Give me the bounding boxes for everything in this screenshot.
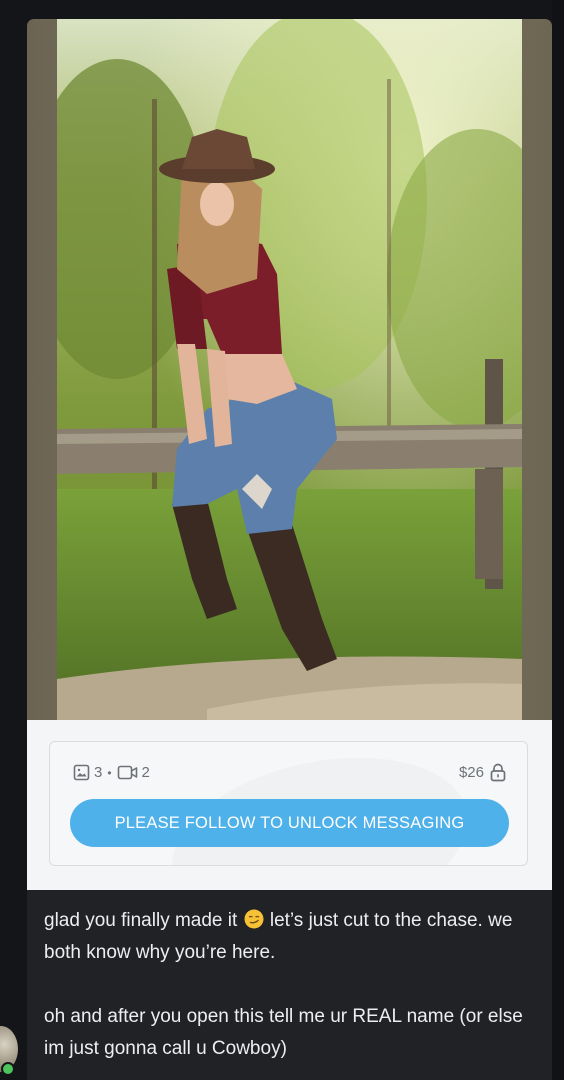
- online-status-dot: [1, 1062, 15, 1076]
- locked-content-panel: 3 • 2 $26 PLEASE FOLLOW TO UNLOCK MESSAG…: [27, 720, 552, 890]
- message-media[interactable]: [27, 19, 552, 720]
- video-camera-icon: [117, 764, 138, 781]
- message-text: glad you finally made it let’s just cut …: [44, 905, 539, 1065]
- media-photo[interactable]: [57, 19, 522, 720]
- photo-count: 3: [94, 764, 103, 781]
- image-icon: [73, 764, 90, 781]
- smirking-face-emoji-icon: [244, 908, 264, 929]
- media-counts: 3 • 2: [73, 764, 150, 781]
- message-line1-start: glad you finally made it: [44, 910, 238, 931]
- price-tag: $26: [459, 763, 506, 782]
- video-count: 2: [141, 764, 150, 781]
- message-paragraph-2: oh and after you open this tell me ur RE…: [44, 1006, 523, 1059]
- lock-icon: [484, 763, 506, 782]
- chat-view: 3 • 2 $26 PLEASE FOLLOW TO UNLOCK MESSAG…: [0, 0, 564, 1080]
- message-bubble: 3 • 2 $26 PLEASE FOLLOW TO UNLOCK MESSAG…: [27, 19, 552, 1080]
- price-label: $26: [458, 764, 484, 781]
- cowgirl-photo-illustration: [57, 19, 522, 720]
- unlock-messaging-button[interactable]: PLEASE FOLLOW TO UNLOCK MESSAGING: [70, 799, 509, 847]
- scroll-edge: [552, 0, 564, 1080]
- message-paragraph-1: glad you finally made it let’s just cut …: [44, 905, 539, 969]
- locked-content-box: 3 • 2 $26 PLEASE FOLLOW TO UNLOCK MESSAG…: [49, 741, 528, 866]
- count-separator: •: [107, 765, 112, 780]
